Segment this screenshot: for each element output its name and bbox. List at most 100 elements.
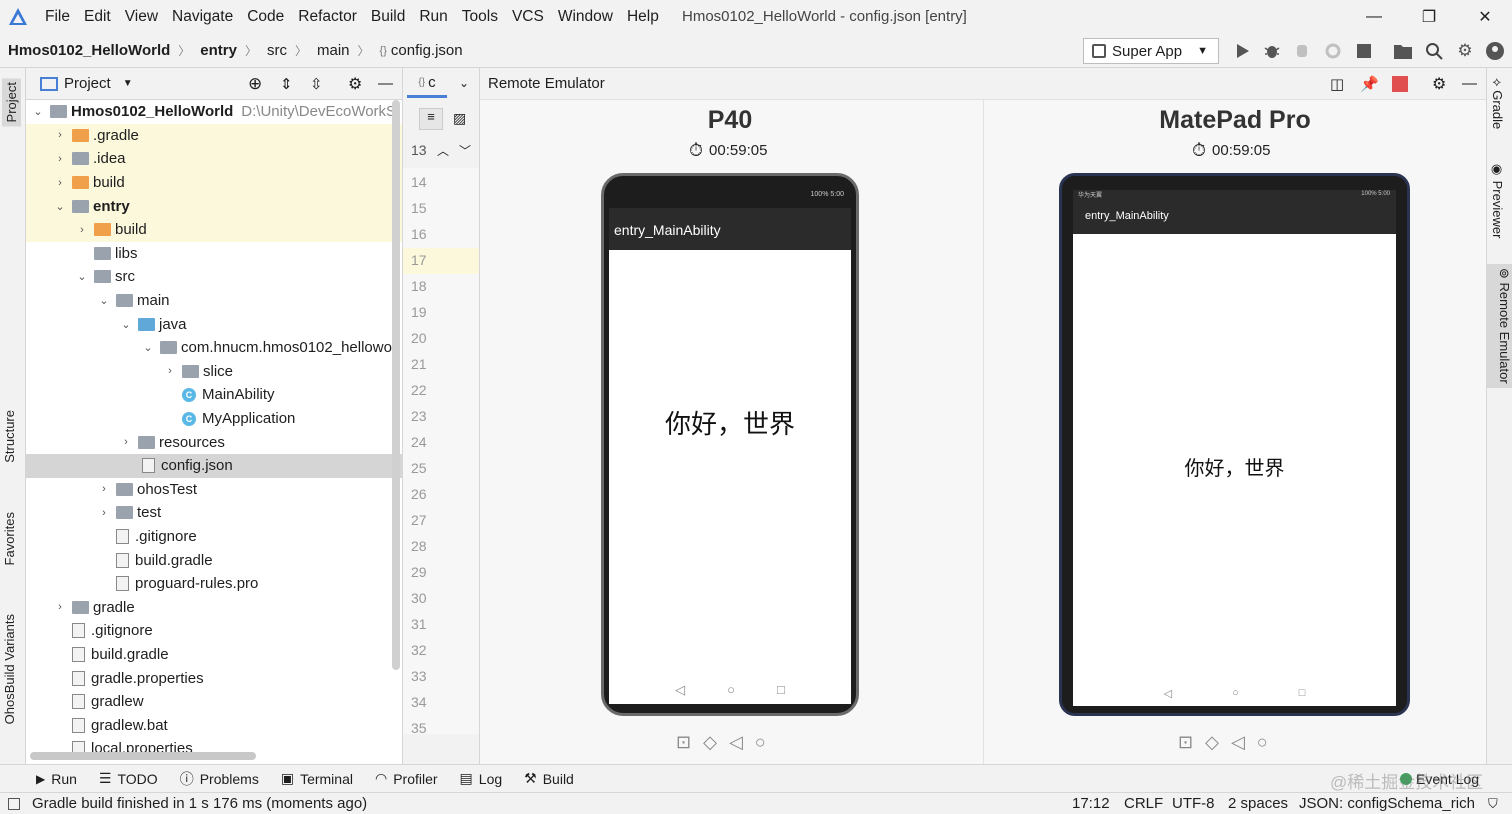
phone-screen[interactable]: entry_MainAbility 你好，世界 ◁ ○ □ bbox=[609, 208, 851, 704]
menu-navigate[interactable]: Navigate bbox=[165, 8, 240, 26]
tool-run[interactable]: ▶ Run bbox=[36, 771, 77, 787]
caret-position[interactable]: 17:12 bbox=[1072, 795, 1110, 812]
tree-row[interactable]: › build bbox=[26, 170, 402, 195]
tree-horizontal-scrollbar[interactable] bbox=[30, 752, 256, 760]
project-structure-button[interactable] bbox=[1392, 40, 1414, 62]
tool-terminal[interactable]: ▣ Terminal bbox=[281, 770, 353, 787]
tree-row[interactable]: ⌄ java bbox=[26, 312, 402, 336]
tab-project[interactable]: Project bbox=[2, 78, 21, 127]
indent-setting[interactable]: 2 spaces bbox=[1228, 795, 1288, 812]
tree-row[interactable]: ⌄ src bbox=[26, 265, 402, 289]
chevron-down-icon[interactable]: ﹀ bbox=[459, 142, 471, 159]
tab-gradle[interactable]: ⟡ Gradle bbox=[1490, 78, 1505, 129]
recents-icon[interactable]: □ bbox=[777, 682, 785, 698]
tab-favorites[interactable]: Favorites bbox=[2, 512, 17, 565]
gear-icon[interactable]: ⚙ bbox=[1432, 74, 1446, 94]
tab-structure[interactable]: Structure bbox=[2, 410, 17, 463]
tree-row[interactable]: gradle.properties bbox=[26, 666, 402, 690]
breadcrumb-module[interactable]: entry bbox=[192, 42, 243, 59]
back-icon[interactable]: ◁ bbox=[1164, 687, 1172, 700]
tree-row[interactable]: ⌄ com.hnucm.hmos0102_hellowor bbox=[26, 336, 402, 360]
split-view-icon[interactable]: ◫ bbox=[1330, 75, 1344, 93]
tool-profiler[interactable]: ◠ Profiler bbox=[375, 770, 438, 787]
tree-row[interactable]: .gitignore bbox=[26, 619, 402, 643]
hide-panel-icon[interactable]: — bbox=[378, 75, 393, 92]
tree-row[interactable]: › slice bbox=[26, 360, 402, 384]
settings-button[interactable]: ⚙ bbox=[1454, 40, 1476, 62]
toggle-tool-windows-icon[interactable] bbox=[8, 797, 20, 810]
status-message[interactable]: Gradle build finished in 1 s 176 ms (mom… bbox=[32, 795, 367, 812]
tree-row[interactable]: › .gradle bbox=[26, 123, 402, 148]
breadcrumb-main[interactable]: main bbox=[309, 42, 356, 59]
locate-icon[interactable]: ⊕ bbox=[248, 74, 262, 94]
tree-row[interactable]: .gitignore bbox=[26, 525, 402, 549]
project-panel-title[interactable]: Project bbox=[64, 75, 111, 92]
menu-run[interactable]: Run bbox=[412, 8, 454, 26]
tool-problems[interactable]: ⓘ Problems bbox=[180, 769, 259, 789]
breadcrumb-src[interactable]: src bbox=[259, 42, 293, 59]
menu-help[interactable]: Help bbox=[620, 8, 666, 26]
collapse-all-icon[interactable]: ⇳ bbox=[310, 75, 323, 93]
tree-row-selected[interactable]: config.json bbox=[26, 454, 402, 478]
tablet-screen[interactable]: entry_MainAbility 你好，世界 ◁ ○ □ bbox=[1073, 190, 1396, 706]
stop-icon[interactable] bbox=[1392, 76, 1408, 92]
file-encoding[interactable]: UTF-8 bbox=[1172, 795, 1215, 812]
tree-row[interactable]: › ohosTest bbox=[26, 478, 402, 502]
rotate-icon[interactable]: ◇ bbox=[1205, 732, 1219, 753]
tool-todo[interactable]: ☰ TODO bbox=[99, 770, 158, 787]
recents-icon[interactable]: □ bbox=[1299, 687, 1306, 700]
hide-panel-icon[interactable]: — bbox=[1462, 75, 1477, 92]
account-button[interactable] bbox=[1484, 40, 1506, 62]
menu-refactor[interactable]: Refactor bbox=[291, 8, 364, 26]
tree-row[interactable]: › .idea bbox=[26, 147, 402, 171]
breadcrumb-file[interactable]: {} config.json bbox=[372, 42, 469, 59]
screenshot-icon[interactable]: ⊡ bbox=[1178, 732, 1193, 753]
rotate-icon[interactable]: ◇ bbox=[703, 732, 717, 753]
home-icon[interactable]: ○ bbox=[727, 682, 735, 698]
tree-row-root[interactable]: ⌄ Hmos0102_HelloWorld D:\Unity\DevEcoWorkS bbox=[26, 100, 402, 124]
gear-icon[interactable]: ⚙ bbox=[348, 74, 362, 94]
tool-log[interactable]: ▤ Log bbox=[460, 770, 503, 787]
menu-edit[interactable]: Edit bbox=[77, 8, 118, 26]
screenshot-icon[interactable]: ⊡ bbox=[676, 732, 691, 753]
profile-button[interactable] bbox=[1322, 40, 1344, 62]
menu-window[interactable]: Window bbox=[551, 8, 620, 26]
menu-build[interactable]: Build bbox=[364, 8, 412, 26]
restore-button[interactable]: ❐ bbox=[1406, 0, 1452, 34]
tree-row[interactable]: › resources bbox=[26, 430, 402, 454]
minimize-button[interactable]: — bbox=[1351, 0, 1397, 34]
tree-row[interactable]: libs bbox=[26, 242, 402, 266]
menu-vcs[interactable]: VCS bbox=[505, 8, 551, 26]
menu-code[interactable]: Code bbox=[240, 8, 291, 26]
image-view-icon[interactable]: ▨ bbox=[453, 110, 466, 127]
back-icon[interactable]: ◁ bbox=[675, 682, 685, 698]
breadcrumb-project[interactable]: Hmos0102_HelloWorld bbox=[0, 42, 176, 59]
tree-row[interactable]: build.gradle bbox=[26, 548, 402, 572]
line-separator[interactable]: CRLF bbox=[1124, 795, 1163, 812]
search-button[interactable] bbox=[1423, 40, 1445, 62]
home-icon[interactable]: ○ bbox=[755, 732, 766, 753]
back-icon[interactable]: ◁ bbox=[1231, 732, 1245, 753]
tab-previewer[interactable]: ◉ Previewer bbox=[1490, 162, 1505, 238]
attach-button[interactable] bbox=[1292, 40, 1314, 62]
run-configuration-select[interactable]: Super App ▼ bbox=[1083, 38, 1219, 64]
menu-view[interactable]: View bbox=[118, 8, 165, 26]
tree-row[interactable]: C MainAbility bbox=[26, 383, 402, 407]
editor-tab[interactable]: {} c bbox=[407, 70, 447, 98]
back-icon[interactable]: ◁ bbox=[729, 732, 743, 753]
close-button[interactable]: ✕ bbox=[1462, 0, 1508, 34]
tab-build-variants[interactable]: OhosBuild Variants bbox=[2, 614, 17, 724]
lock-icon[interactable]: ⛉ bbox=[1488, 796, 1498, 812]
tree-row[interactable]: gradlew.bat bbox=[26, 714, 402, 738]
tree-row[interactable]: C MyApplication bbox=[26, 407, 402, 431]
run-button[interactable] bbox=[1231, 40, 1253, 62]
chevron-down-icon[interactable]: ⌄ bbox=[459, 76, 469, 90]
text-view-icon[interactable]: ≡ bbox=[419, 108, 443, 130]
tree-row[interactable]: › test bbox=[26, 501, 402, 525]
expand-all-icon[interactable]: ⇕ bbox=[280, 75, 293, 93]
tree-row[interactable]: gradlew bbox=[26, 690, 402, 714]
home-icon[interactable]: ○ bbox=[1257, 732, 1268, 753]
tree-row[interactable]: proguard-rules.pro bbox=[26, 572, 402, 596]
menu-file[interactable]: File bbox=[38, 8, 77, 26]
tree-row[interactable]: build.gradle bbox=[26, 643, 402, 667]
